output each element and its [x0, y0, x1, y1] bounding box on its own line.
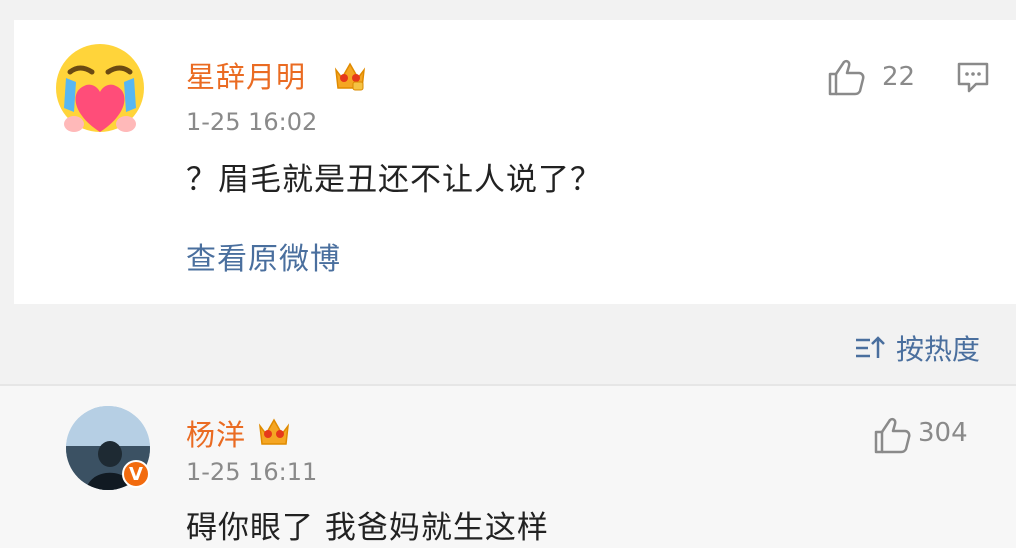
view-original-link[interactable]: 查看原微博 — [186, 234, 341, 278]
verified-v-icon: V — [122, 460, 150, 488]
sort-by-hot-button[interactable]: 按热度 — [854, 328, 980, 368]
thumbs-up-icon[interactable] — [826, 58, 866, 96]
comment-text: ？眉毛就是丑还不让人说了？ — [186, 162, 602, 198]
comment-time: 1-25 16:02 — [186, 108, 318, 136]
thumbs-up-icon[interactable] — [872, 416, 912, 454]
user-avatar-emoji[interactable] — [52, 42, 148, 138]
crown-icon — [258, 418, 290, 445]
comment-time: 1-25 16:11 — [186, 458, 318, 486]
username[interactable]: 星辞月明 — [186, 54, 306, 96]
sort-label: 按热度 — [895, 333, 980, 366]
comment-icon[interactable] — [956, 60, 990, 94]
username[interactable]: 杨洋 — [186, 412, 246, 454]
like-count: 304 — [918, 418, 968, 448]
sort-icon — [855, 336, 885, 358]
like-count: 22 — [882, 62, 916, 92]
comment-text: 碍你眼了 我爸妈就生这样 — [186, 510, 549, 546]
crown-icon — [334, 62, 366, 91]
